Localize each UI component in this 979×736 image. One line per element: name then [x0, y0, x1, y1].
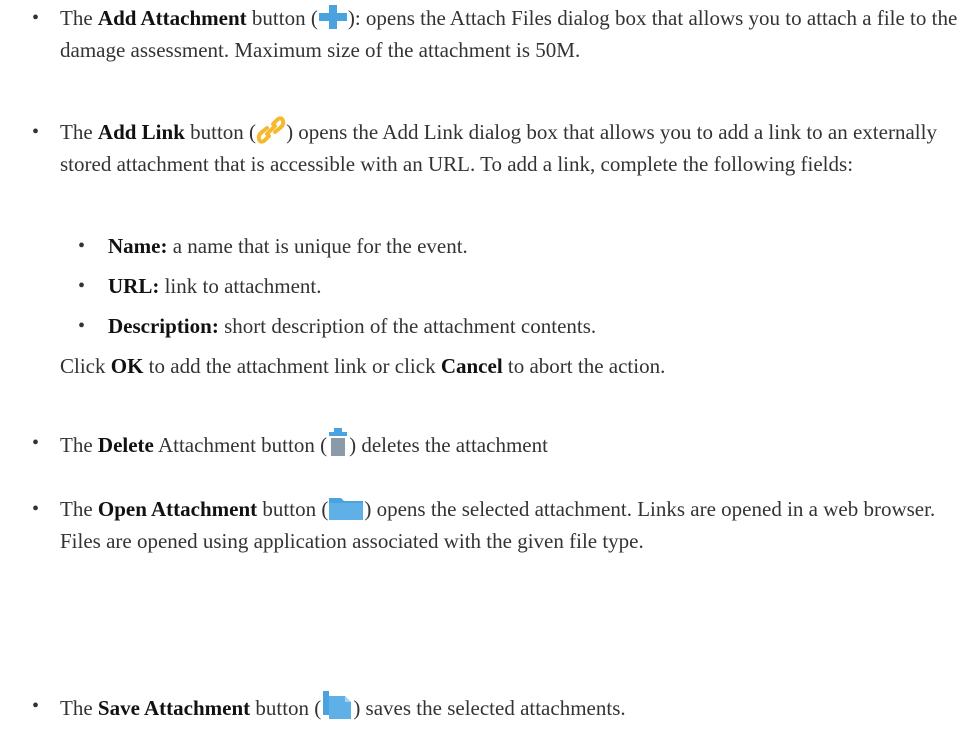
save-files-icon	[321, 690, 353, 720]
trash-icon	[327, 427, 349, 457]
document-page: • The Add Attachment button (): opens th…	[0, 0, 979, 736]
open-attachment-label: Open Attachment	[97, 497, 258, 521]
field-label: URL:	[108, 274, 160, 298]
delete-label: Delete	[97, 433, 154, 457]
link-icon	[256, 116, 286, 144]
add-attachment-label: Add Attachment	[97, 6, 247, 30]
field-label: Name:	[108, 234, 168, 258]
add-link-label: Add Link	[97, 120, 185, 144]
field-description: link to attachment.	[159, 274, 322, 298]
field-description: a name that is unique for the event.	[167, 234, 468, 258]
save-attachment-label: Save Attachment	[97, 696, 251, 720]
add-attachment-paragraph: The Add Attachment button (): opens the …	[60, 4, 958, 62]
add-link-paragraph: The Add Link button () opens the Add Lin…	[60, 116, 960, 180]
field-description: short description of the attachment cont…	[218, 314, 597, 338]
bullet-marker: •	[32, 432, 40, 454]
ok-label: OK	[110, 354, 144, 378]
plus-icon	[318, 4, 348, 30]
bullet-marker: •	[78, 235, 86, 257]
cancel-label: Cancel	[440, 354, 503, 378]
bullet-marker: •	[32, 7, 40, 29]
field-label: Description:	[108, 314, 219, 338]
bullet-marker: •	[32, 498, 40, 520]
bullet-marker: •	[78, 315, 86, 337]
bullet-marker: •	[32, 695, 40, 717]
save-attachment-paragraph: The Save Attachment button () saves the …	[60, 690, 960, 724]
bullet-marker: •	[78, 275, 86, 297]
folder-icon	[328, 495, 364, 521]
open-attachment-paragraph: The Open Attachment button () opens the …	[60, 495, 936, 553]
delete-attachment-paragraph: The Delete Attachment button () deletes …	[60, 427, 960, 461]
bullet-marker: •	[32, 121, 40, 143]
